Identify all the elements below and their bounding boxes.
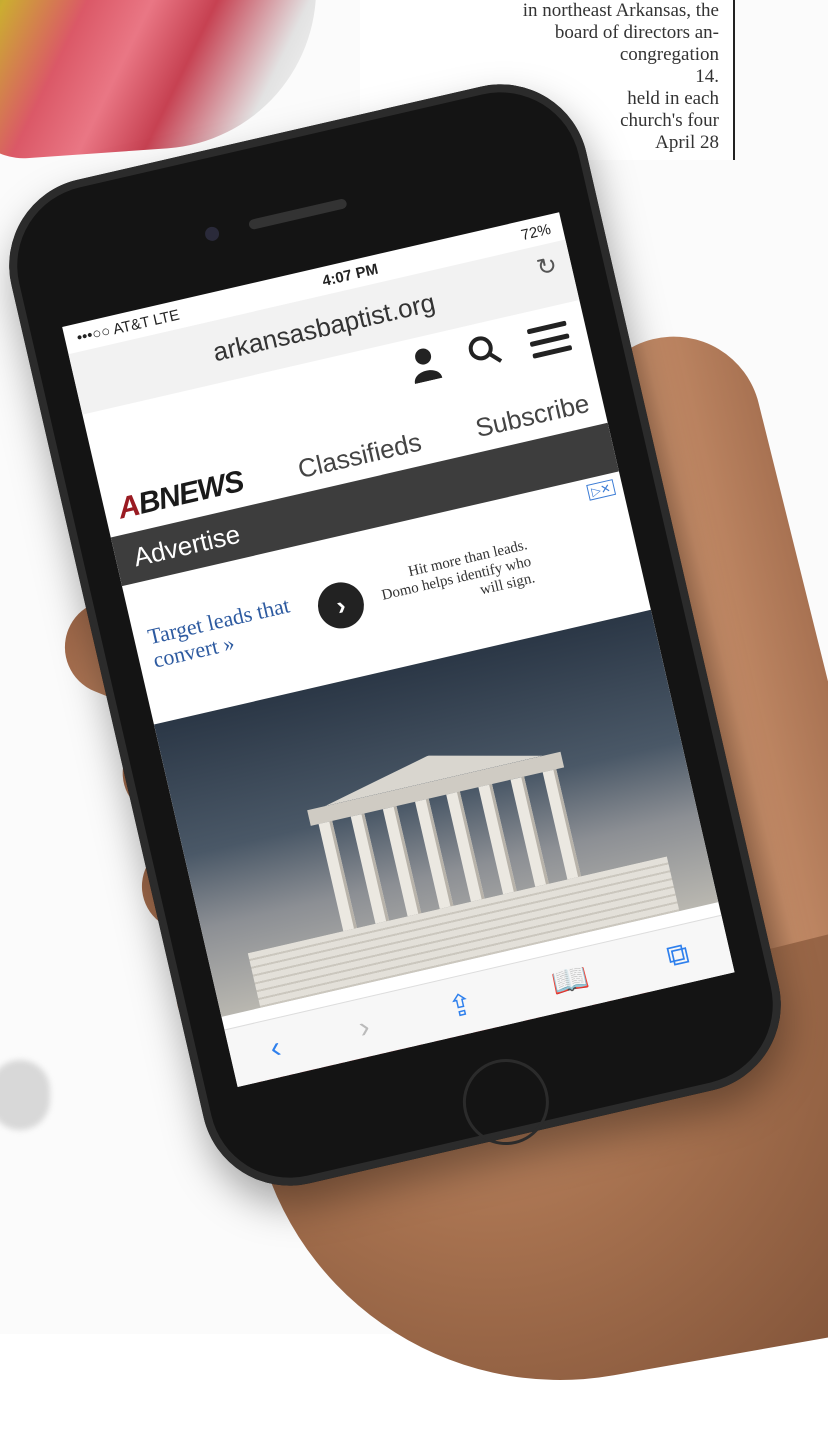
front-camera: [203, 225, 221, 243]
newspaper-line: in northeast Arkansas, the: [522, 0, 719, 21]
ad-copy: Hit more than leads. Domo helps identify…: [380, 536, 537, 604]
reload-icon[interactable]: ↻: [534, 250, 560, 283]
menu-icon[interactable]: [526, 320, 573, 359]
earpiece-speaker: [247, 197, 348, 231]
ad-arrow-button[interactable]: ›: [313, 577, 369, 633]
user-icon[interactable]: [406, 344, 445, 393]
newspaper-line: board of directors an-: [554, 22, 719, 43]
adchoices-icon[interactable]: ▷✕: [585, 479, 617, 501]
battery-level: 72%: [519, 220, 553, 244]
bookmarks-icon[interactable]: 📖: [548, 959, 592, 1002]
forward-button[interactable]: ›: [356, 1010, 373, 1045]
ad-headline[interactable]: Target leads that convert »: [145, 590, 313, 672]
back-button[interactable]: ‹: [267, 1031, 284, 1066]
search-icon[interactable]: [465, 331, 505, 378]
newspaper-line: 14.: [695, 66, 719, 87]
blurred-object: [0, 1060, 50, 1130]
share-icon[interactable]: ⇪: [444, 986, 477, 1026]
newspaper-line: congregation: [619, 44, 719, 65]
tabs-icon[interactable]: ⧉: [664, 937, 693, 975]
